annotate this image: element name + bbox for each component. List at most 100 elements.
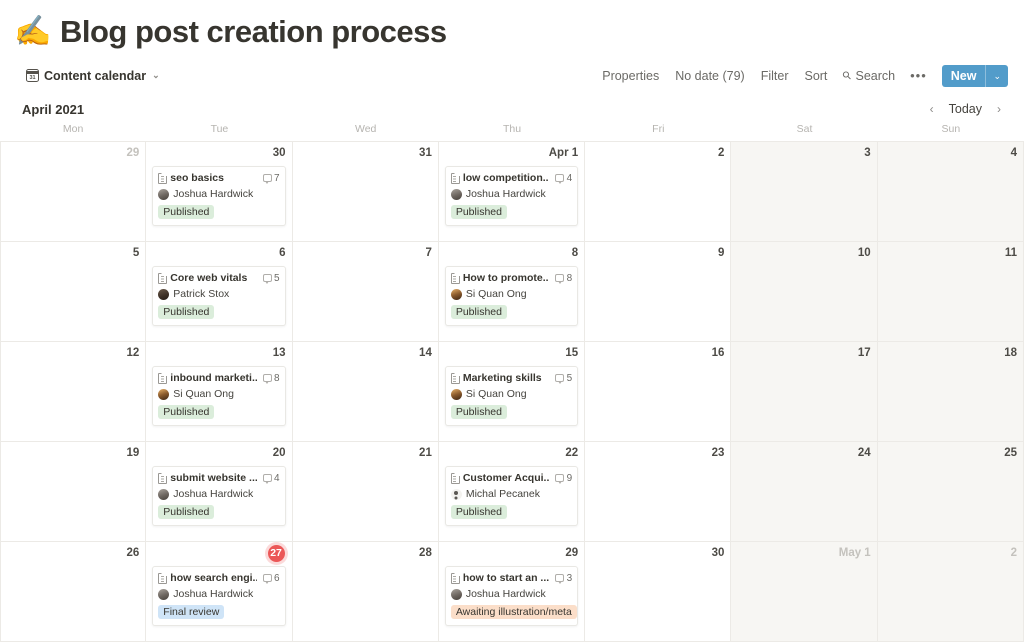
next-month-button[interactable]: ›: [990, 100, 1008, 118]
comment-count-value: 5: [274, 272, 280, 284]
day-cell[interactable]: 25: [877, 442, 1024, 542]
event-title: Marketing skills: [462, 372, 542, 384]
status-badge: Published: [158, 305, 215, 319]
event-card-header: low competition... 4: [450, 171, 572, 185]
day-cell[interactable]: 20 submit website ... 4 Joshua Hardwick Publ…: [146, 442, 293, 542]
day-cell[interactable]: 11: [877, 242, 1024, 342]
day-cell[interactable]: 9: [585, 242, 732, 342]
day-cell[interactable]: 17: [731, 342, 878, 442]
calendar-event-card[interactable]: Customer Acqui... 9 Michal Pecanek Publishe…: [444, 466, 579, 526]
day-cell[interactable]: 15 Marketing skills 5 Si Quan Ong Published: [438, 342, 586, 442]
calendar-event-card[interactable]: Marketing skills 5 Si Quan Ong Published: [444, 366, 579, 426]
day-cell[interactable]: 27 how search engi... 6 Joshua Hardwick Fina…: [146, 542, 293, 642]
day-number: 16: [711, 347, 725, 359]
more-options-button[interactable]: •••: [903, 64, 934, 87]
day-cell[interactable]: 8 How to promote... 8 Si Quan Ong Published: [438, 242, 586, 342]
day-cell[interactable]: 10: [731, 242, 878, 342]
day-number: 9: [718, 247, 725, 259]
avatar: [158, 389, 170, 400]
calendar-grid: 29 30 seo basics 7 Joshua Hardwick Published 3…: [0, 142, 1024, 642]
day-cell[interactable]: 7: [292, 242, 439, 342]
comment-bubble-icon: [555, 374, 565, 384]
no-date-button[interactable]: No date (79): [667, 65, 752, 87]
day-cell[interactable]: May 1: [731, 542, 878, 642]
day-cell[interactable]: 22 Customer Acqui... 9 Michal Pecanek Publis…: [438, 442, 586, 542]
calendar-event-card[interactable]: Core web vitals 5 Patrick Stox Published: [152, 266, 286, 326]
event-assignee: Michal Pecanek: [450, 488, 572, 501]
day-cell[interactable]: 12: [0, 342, 147, 442]
event-assignee: Si Quan Ong: [158, 388, 279, 401]
day-cell[interactable]: 3: [731, 142, 878, 242]
calendar-event-card[interactable]: How to promote... 8 Si Quan Ong Published: [444, 266, 579, 326]
day-cell[interactable]: 29 how to start an ... 3 Joshua Hardwick Awa…: [438, 542, 586, 642]
day-cell[interactable]: 23: [585, 442, 732, 542]
calendar-event-card[interactable]: how to start an ... 3 Joshua Hardwick Await…: [444, 566, 579, 626]
new-button-chevron-down-icon[interactable]: ⌄: [986, 65, 1008, 87]
event-assignee: Joshua Hardwick: [450, 188, 572, 201]
event-card-header: submit website ... 4: [158, 471, 280, 485]
calendar-event-card[interactable]: inbound marketi... 8 Si Quan Ong Published: [152, 366, 286, 426]
day-cell[interactable]: 19: [0, 442, 147, 542]
event-card-header: Marketing skills 5: [450, 371, 572, 385]
event-title: inbound marketi...: [170, 372, 257, 384]
day-cell[interactable]: 18: [877, 342, 1024, 442]
prev-month-button[interactable]: ‹: [923, 100, 941, 118]
day-number: May 1: [838, 547, 871, 559]
day-cell[interactable]: 14: [292, 342, 439, 442]
day-cell[interactable]: 5: [0, 242, 147, 342]
calendar-event-card[interactable]: how search engi... 6 Joshua Hardwick Final …: [152, 566, 286, 626]
today-button[interactable]: Today: [943, 99, 988, 119]
day-cell[interactable]: 30 seo basics 7 Joshua Hardwick Published: [146, 142, 293, 242]
day-number: 2: [718, 147, 725, 159]
page-title[interactable]: Blog post creation process: [60, 14, 447, 50]
comment-count: 8: [262, 373, 280, 384]
comment-count-value: 6: [274, 572, 280, 584]
day-cell[interactable]: Apr 1 low competition... 4 Joshua Hardwick P…: [438, 142, 586, 242]
day-cell[interactable]: 2: [585, 142, 732, 242]
avatar: [450, 389, 462, 400]
filter-button[interactable]: Filter: [753, 65, 797, 87]
comment-bubble-icon: [555, 274, 565, 284]
day-number: 15: [565, 347, 579, 359]
day-cell[interactable]: 28: [292, 542, 439, 642]
day-number: 26: [126, 547, 140, 559]
day-cell[interactable]: 31: [292, 142, 439, 242]
calendar-event-card[interactable]: seo basics 7 Joshua Hardwick Published: [152, 166, 286, 226]
document-icon: [158, 572, 168, 584]
day-cell[interactable]: 29: [0, 142, 147, 242]
event-card-header: How to promote... 8: [450, 271, 572, 285]
status-badge: Published: [158, 505, 215, 519]
avatar: [450, 589, 462, 600]
day-cell[interactable]: 2: [877, 542, 1024, 642]
day-cell[interactable]: 4: [877, 142, 1024, 242]
toolbar-actions: Properties No date (79) Filter Sort ⚲ Se…: [594, 64, 1008, 87]
search-button[interactable]: ⚲ Search: [835, 65, 903, 87]
document-icon: [450, 472, 460, 484]
view-tab-content-calendar[interactable]: Content calendar ⌄: [22, 67, 164, 85]
day-cell[interactable]: 21: [292, 442, 439, 542]
day-cell[interactable]: 16: [585, 342, 732, 442]
assignee-name: Michal Pecanek: [465, 488, 540, 500]
day-cell[interactable]: 6 Core web vitals 5 Patrick Stox Published: [146, 242, 293, 342]
day-number: 14: [419, 347, 432, 359]
comment-count: 5: [555, 373, 572, 384]
document-icon: [158, 372, 168, 384]
day-cell[interactable]: 24: [731, 442, 878, 542]
assignee-name: Joshua Hardwick: [173, 588, 254, 600]
status-badge: Published: [450, 405, 507, 419]
event-assignee: Si Quan Ong: [450, 388, 572, 401]
day-cell[interactable]: 13 inbound marketi... 8 Si Quan Ong Publishe…: [146, 342, 293, 442]
day-cell[interactable]: 26: [0, 542, 147, 642]
comment-count-value: 9: [566, 472, 573, 484]
sort-button[interactable]: Sort: [796, 65, 835, 87]
calendar-event-card[interactable]: low competition... 4 Joshua Hardwick Publis…: [444, 166, 579, 226]
event-title: low competition...: [462, 172, 550, 184]
calendar-event-card[interactable]: submit website ... 4 Joshua Hardwick Publis…: [152, 466, 286, 526]
page-emoji-icon[interactable]: ✍️: [14, 15, 51, 49]
event-title: How to promote...: [462, 272, 550, 284]
properties-button[interactable]: Properties: [594, 65, 667, 87]
new-button[interactable]: New ⌄: [941, 64, 1008, 87]
weekday-label-sun: Sun: [941, 123, 961, 135]
day-cell[interactable]: 30: [585, 542, 732, 642]
event-title: how search engi...: [170, 572, 257, 584]
